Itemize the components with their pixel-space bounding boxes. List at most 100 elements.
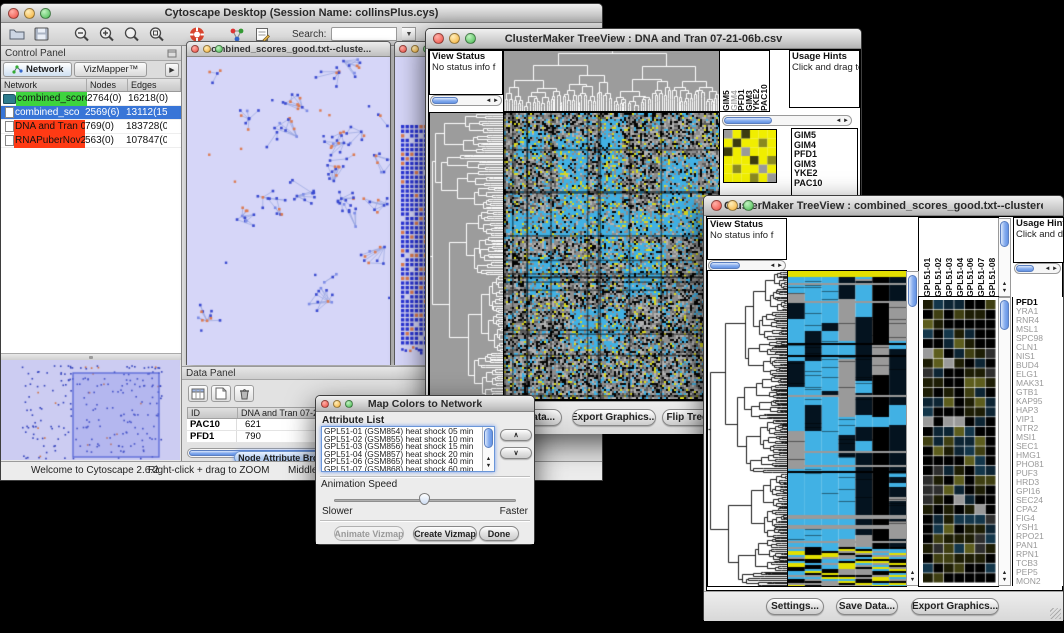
resize-grip[interactable] (1050, 608, 1061, 619)
minimize-button[interactable] (727, 200, 738, 211)
column-label[interactable]: PFD1 (738, 51, 746, 111)
column-label[interactable]: GPL51-03 (GSM856) (944, 218, 955, 297)
main-title-bar[interactable]: Cytoscape Desktop (Session Name: collins… (1, 4, 602, 23)
view-status-hscrollbar[interactable]: ◄ ► (430, 95, 502, 106)
close-button[interactable] (321, 400, 329, 408)
gene-label[interactable]: PAC10 (792, 179, 857, 189)
minimize-button[interactable] (333, 400, 341, 408)
close-button[interactable] (711, 200, 722, 211)
status-zoom-hint: Right-click + drag to ZOOM (148, 465, 269, 476)
birdseye-view-canvas[interactable] (1, 360, 180, 460)
row-dendrogram-canvas[interactable] (430, 113, 503, 399)
done-button[interactable]: Done (479, 526, 519, 541)
col-edges[interactable]: Edges (128, 79, 181, 91)
maximize-button[interactable] (345, 400, 353, 408)
animate-vizmap-button[interactable]: Animate Vizmap (334, 526, 404, 541)
maximize-button[interactable] (215, 45, 223, 53)
col-network[interactable]: Network (1, 79, 87, 91)
zoom-selected-icon[interactable] (147, 25, 167, 43)
attribute-list[interactable]: GPL51-01 (GSM854) heat shock 05 minGPL51… (321, 426, 495, 472)
column-label[interactable]: YKE2 (753, 51, 761, 111)
treeview-2-title-bar[interactable]: ClusterMaker TreeView : combined_scores_… (704, 196, 1063, 216)
usage-hints-hscrollbar[interactable]: ◄ ► (1014, 263, 1061, 274)
zoom-view-vscrollbar[interactable]: ▲▼ (998, 297, 1011, 586)
close-button[interactable] (8, 8, 19, 19)
close-button[interactable] (433, 33, 444, 44)
new-attribute-icon[interactable] (211, 385, 231, 402)
zoom-out-icon[interactable] (72, 25, 92, 43)
heatmap-zoom-canvas[interactable] (724, 130, 776, 182)
column-label[interactable]: GPL51-07 (GSM868) (976, 218, 987, 297)
heatmap-vscrollbar[interactable]: ▲▼ (906, 271, 919, 586)
network-list-row[interactable]: DNA and Tran 07769(0)183728(0) (1, 120, 181, 134)
network-list-row[interactable]: combined_sco2569(6)13112(15) (1, 106, 181, 120)
close-button[interactable] (191, 45, 199, 53)
col-nodes[interactable]: Nodes (87, 79, 128, 91)
column-label[interactable]: PAC10 (761, 51, 769, 111)
save-button[interactable] (32, 25, 52, 43)
tab-network[interactable]: Network (3, 62, 72, 77)
network-list-row[interactable]: combined_scores2764(0)16218(0) (1, 92, 181, 106)
attribute-list-item[interactable]: GPL51-07 (GSM868) heat shock 60 min (322, 466, 494, 472)
window-controls (321, 400, 353, 408)
row-dendrogram-canvas[interactable] (708, 271, 788, 586)
col-id[interactable]: ID (188, 408, 238, 418)
column-label[interactable]: GIM5 (723, 51, 731, 111)
export-graphics-button[interactable]: Export Graphics... (911, 598, 999, 615)
zoom-fit-icon[interactable] (122, 25, 142, 43)
close-button[interactable] (399, 45, 407, 53)
float-panel-icon[interactable] (167, 49, 177, 58)
search-dropdown-icon[interactable]: ▼ (402, 27, 416, 41)
dialog-title-bar[interactable]: Map Colors to Network (316, 396, 534, 412)
column-label[interactable]: GIM4 (731, 51, 739, 111)
move-down-button[interactable]: ∨ (500, 447, 532, 459)
export-graphics-button[interactable]: Export Graphics... (572, 409, 656, 426)
attribute-list-vscrollbar[interactable]: ▲▼ (482, 427, 494, 471)
minimize-button[interactable] (411, 45, 419, 53)
column-labels-vscrollbar[interactable]: ▲▼ (998, 218, 1011, 297)
column-label[interactable]: GPL51-02 (GSM855) (933, 218, 944, 297)
maximize-button[interactable] (465, 33, 476, 44)
heatmap-global-canvas[interactable] (504, 113, 719, 399)
move-up-button[interactable]: ∧ (500, 429, 532, 441)
view-status-hscrollbar[interactable]: ◄ ► (708, 260, 786, 271)
column-label[interactable]: GPL51-06 (GSM865) (965, 218, 976, 297)
view-status-text: No status info f (432, 62, 495, 73)
delete-attribute-icon[interactable] (234, 385, 254, 402)
network-name: combined_sco (14, 106, 85, 120)
open-file-button[interactable] (7, 25, 27, 43)
zoom-in-icon[interactable] (97, 25, 117, 43)
usage-hints-panel: Usage Hints Click and drag to (1014, 218, 1063, 262)
column-label[interactable]: GPL51-01 (GSM854) (922, 218, 933, 297)
zoom-view-hscrollbar[interactable]: ◄ ► (722, 115, 852, 126)
animation-speed-slider-thumb[interactable] (419, 493, 430, 505)
network-list-row[interactable]: RNAPuberNov2+I563(0)107847(0) (1, 134, 181, 148)
search-input[interactable] (331, 27, 397, 41)
save-data-button[interactable]: Save Data... (836, 598, 898, 615)
column-dendrogram-canvas[interactable] (504, 51, 719, 111)
minimize-button[interactable] (203, 45, 211, 53)
network-tab-icon (12, 65, 23, 74)
minimize-button[interactable] (449, 33, 460, 44)
settings-button[interactable]: Settings... (766, 598, 824, 615)
treeview-1-title-bar[interactable]: ClusterMaker TreeView : DNA and Tran 07-… (426, 29, 861, 49)
network-view-1-title-bar[interactable]: combined_scores_good.txt--cluste... (187, 42, 390, 57)
minimize-button[interactable] (24, 8, 35, 19)
heatmap-global-canvas[interactable] (788, 271, 906, 586)
data-panel-title: Data Panel (186, 368, 235, 379)
tab-vizmapper[interactable]: VizMapper™ (74, 62, 147, 77)
folder-icon (3, 94, 16, 104)
maximize-button[interactable] (743, 200, 754, 211)
tab-vizmapper-label: VizMapper™ (83, 64, 138, 75)
create-vizmap-button[interactable]: Create Vizmap (413, 526, 477, 541)
maximize-button[interactable] (40, 8, 51, 19)
select-attributes-icon[interactable] (188, 385, 208, 402)
column-label[interactable]: GPL51-08 (GSM872) (987, 218, 998, 297)
network-name: DNA and Tran 07 (14, 120, 85, 134)
column-label[interactable]: GIM3 (746, 51, 754, 111)
heatmap-zoom-canvas[interactable] (923, 300, 996, 583)
column-label[interactable]: GPL51-04 (GSM857) (955, 218, 966, 297)
network-canvas[interactable] (187, 57, 390, 365)
gene-label[interactable]: MON2 (1013, 577, 1063, 586)
tab-overflow-button[interactable]: ▶ (165, 63, 179, 77)
